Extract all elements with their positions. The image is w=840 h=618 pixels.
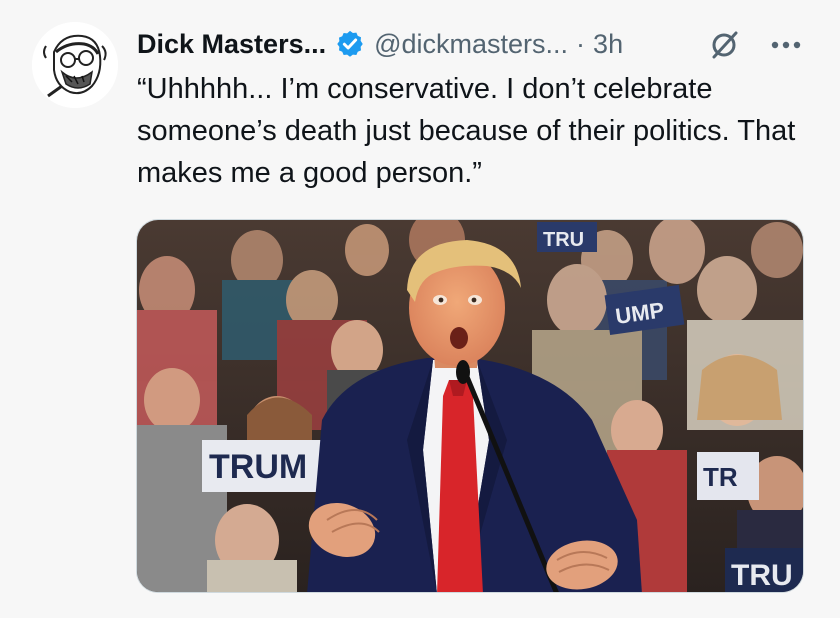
avatar-sketch-icon	[32, 22, 118, 108]
tweet-media-photo[interactable]: TRUM UMP TR TRU TRU	[136, 219, 804, 593]
verified-badge-icon	[337, 30, 363, 57]
more-options-icon[interactable]	[766, 30, 806, 60]
author-name[interactable]: Dick Masters...	[137, 24, 326, 64]
separator-dot: ·	[576, 29, 586, 59]
rally-photo: TRUM UMP TR TRU TRU	[137, 220, 803, 592]
grok-icon[interactable]	[707, 28, 741, 62]
tweet-header: Dick Masters... @dickmasters... · 3h	[137, 24, 623, 64]
sign-trum: TRUM	[209, 448, 307, 486]
avatar[interactable]	[32, 22, 118, 108]
sign-top: TRU	[543, 229, 584, 251]
author-handle[interactable]: @dickmasters...	[374, 24, 568, 64]
tweet-text: “Uhhhhh... I’m conservative. I don’t cel…	[137, 73, 796, 189]
sign-tru: TRU	[731, 559, 793, 592]
tweet-card[interactable]: Dick Masters... @dickmasters... · 3h “Uh…	[0, 0, 840, 618]
sign-tr: TR	[703, 462, 738, 492]
timestamp[interactable]: 3h	[593, 24, 623, 64]
